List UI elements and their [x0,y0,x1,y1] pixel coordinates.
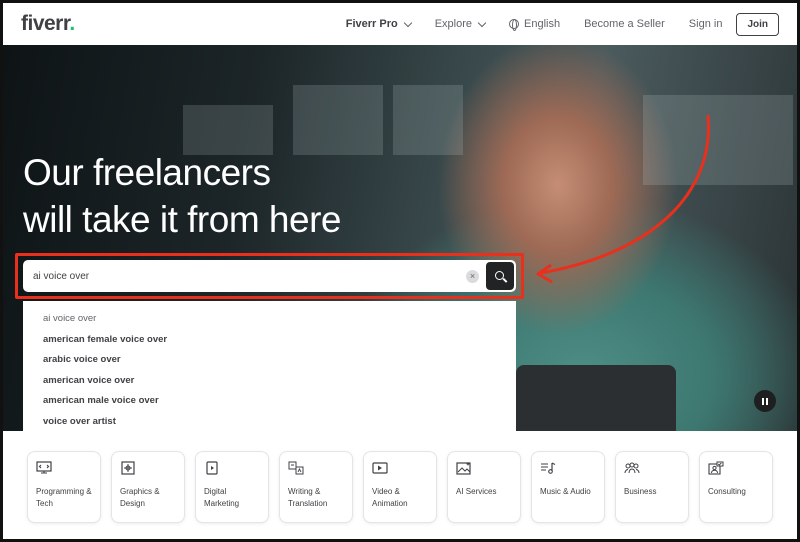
pen-tool-icon [121,461,135,475]
suggestion-item[interactable]: american male voice over [23,391,516,412]
category-video-animation[interactable]: Video & Animation [363,451,437,523]
category-consulting[interactable]: Consulting [699,451,773,523]
category-business[interactable]: Business [615,451,689,523]
annotation-arrow-line [540,114,711,275]
category-label: Graphics & Design [120,487,160,508]
category-writing-translation[interactable]: Writing & Translation [279,451,353,523]
suggestion-item[interactable]: american female voice over [23,330,516,351]
category-label: Consulting [708,487,746,496]
category-ai-services[interactable]: AI Services [447,451,521,523]
video-play-icon [372,462,388,474]
phone-play-icon [206,461,218,475]
suggestion-item[interactable]: american voice over [23,371,516,392]
search-highlight-annotation [15,253,524,299]
category-label: Digital Marketing [204,487,240,508]
translate-icon [288,461,304,475]
page-frame: fiverr. Fiverr Pro Explore English Becom… [0,0,800,542]
category-label: Video & Animation [372,487,408,508]
category-music-audio[interactable]: Music & Audio [531,451,605,523]
monitor-code-icon [36,461,52,474]
consulting-icon [708,461,724,475]
category-graphics-design[interactable]: Graphics & Design [111,451,185,523]
music-note-icon [541,462,556,474]
people-icon [624,462,640,474]
category-label: Programming & Tech [36,487,92,508]
category-label: Business [624,487,657,496]
ai-image-icon [456,462,471,475]
search-suggestions: ai voice over american female voice over… [23,301,516,431]
category-label: Writing & Translation [288,487,328,508]
category-programming-tech[interactable]: Programming & Tech [27,451,101,523]
category-label: AI Services [456,487,497,496]
category-digital-marketing[interactable]: Digital Marketing [195,451,269,523]
category-label: Music & Audio [540,487,591,496]
suggestion-item[interactable]: arabic voice over [23,350,516,371]
suggestion-item[interactable]: ai voice over [23,309,516,330]
category-row: Programming & Tech Graphics & Design Dig… [3,431,797,539]
suggestion-item[interactable]: voice over artist [23,412,516,433]
